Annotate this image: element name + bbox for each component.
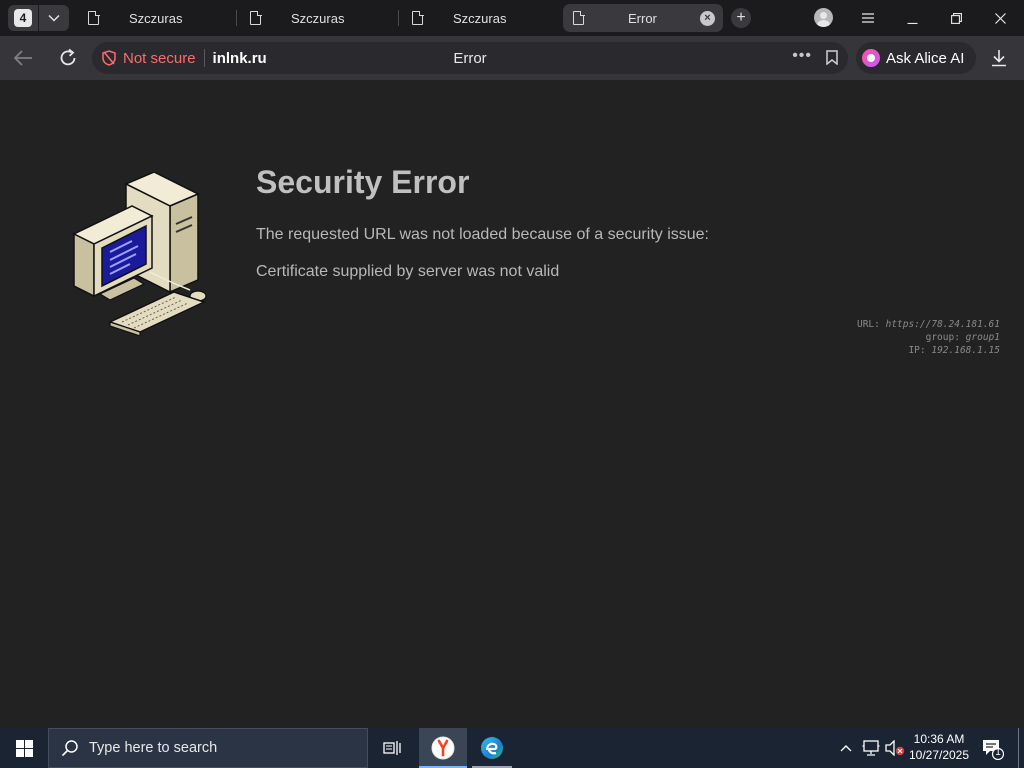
windows-logo-icon (15, 739, 33, 757)
page-icon (412, 10, 424, 25)
clock-time: 10:36 AM (913, 732, 965, 746)
page-icon (573, 10, 585, 25)
tab-2[interactable]: Szczuras (240, 4, 395, 32)
hamburger-menu-icon (862, 13, 874, 23)
minimize-icon (907, 22, 917, 24)
clock-date: 10/27/2025 (908, 748, 970, 762)
show-desktop-button[interactable] (1018, 728, 1019, 768)
tab-close-button[interactable]: × (700, 11, 715, 26)
tab-1[interactable]: Szczuras (78, 4, 233, 32)
search-icon (61, 740, 78, 757)
url-domain: inlnk.ru (212, 49, 267, 67)
new-tab-button[interactable]: + (731, 8, 751, 28)
security-indicator[interactable]: Not secure (92, 50, 196, 67)
error-detail: Certificate supplied by server was not v… (256, 263, 560, 280)
shield-warning-icon (102, 50, 116, 66)
error-title: Security Error (256, 164, 470, 200)
diagnostic-row-ip: IP: 192.168.1.15 (908, 345, 1000, 356)
tab-title: Szczuras (129, 10, 183, 26)
network-ethernet-icon (862, 740, 880, 756)
tab-counter-button[interactable]: 4 (8, 5, 38, 31)
more-options-icon[interactable]: ••• (792, 47, 812, 65)
error-message: The requested URL was not loaded because… (256, 226, 709, 243)
chevron-down-icon (48, 14, 60, 22)
diagnostic-info: URL: https://78.24.181.61 group: group1 … (857, 318, 1000, 357)
action-center-button[interactable]: 1 (980, 736, 1005, 761)
not-secure-label: Not secure (123, 49, 196, 67)
tab-3[interactable]: Szczuras (402, 4, 557, 32)
browser-toolbar: Not secure inlnk.ru Error ••• Ask Alice … (0, 36, 1024, 80)
task-view-button[interactable] (368, 728, 416, 768)
tab-count: 4 (14, 9, 32, 27)
system-clock[interactable]: 10:36 AM 10/27/2025 (902, 731, 976, 763)
search-placeholder: Type here to search (89, 740, 218, 756)
show-hidden-icons-button[interactable] (836, 728, 856, 768)
address-bar[interactable]: Not secure inlnk.ru Error ••• (92, 42, 848, 74)
page-icon (250, 10, 262, 25)
start-button[interactable] (0, 728, 48, 768)
address-divider (203, 49, 205, 67)
taskbar-search-box[interactable]: Type here to search (48, 728, 368, 768)
alice-logo-icon (862, 49, 880, 67)
tab-title: Szczuras (291, 10, 345, 26)
tab-list-button[interactable] (39, 5, 69, 31)
edge-browser-icon (481, 737, 503, 759)
alice-label: Ask Alice AI (886, 49, 965, 67)
yandex-browser-taskbar-button[interactable] (419, 728, 467, 768)
page-icon (88, 10, 100, 25)
chevron-up-icon (840, 745, 852, 752)
download-icon[interactable] (990, 49, 1008, 67)
browser-tab-strip: 4 Szczuras Szczuras Szczuras Error × + (0, 0, 1024, 36)
restore-button[interactable] (934, 0, 978, 36)
profile-avatar-icon[interactable] (814, 8, 833, 27)
notification-count: 1 (995, 747, 1001, 758)
tab-title: Szczuras (453, 10, 507, 26)
minimize-button[interactable] (890, 0, 934, 36)
edge-browser-taskbar-button[interactable] (468, 728, 516, 768)
close-icon (994, 12, 1006, 24)
address-page-title: Error (453, 49, 487, 67)
close-window-button[interactable] (978, 0, 1022, 36)
tab-4-active[interactable]: Error × (563, 4, 723, 32)
diagnostic-row-url: URL: https://78.24.181.61 (856, 319, 1000, 330)
tab-title: Error (628, 10, 657, 26)
restore-icon (950, 12, 962, 24)
tab-separator (398, 10, 399, 26)
tab-separator (236, 10, 237, 26)
task-view-icon (383, 741, 401, 755)
browser-menu-button[interactable] (846, 0, 890, 36)
bookmark-icon[interactable] (826, 50, 838, 65)
retro-computer-icon (72, 172, 207, 336)
diagnostic-row-group: group: group1 (925, 332, 1000, 343)
ask-alice-ai-button[interactable]: Ask Alice AI (856, 42, 976, 74)
reload-icon[interactable] (57, 47, 79, 69)
network-status-button[interactable] (860, 728, 882, 768)
back-arrow-icon[interactable] (12, 48, 34, 68)
windows-taskbar: Type here to search 10:36 AM 10/27/2025 … (0, 728, 1024, 768)
yandex-browser-icon (431, 736, 455, 760)
page-content: Security Error The requested URL was not… (0, 80, 1024, 728)
